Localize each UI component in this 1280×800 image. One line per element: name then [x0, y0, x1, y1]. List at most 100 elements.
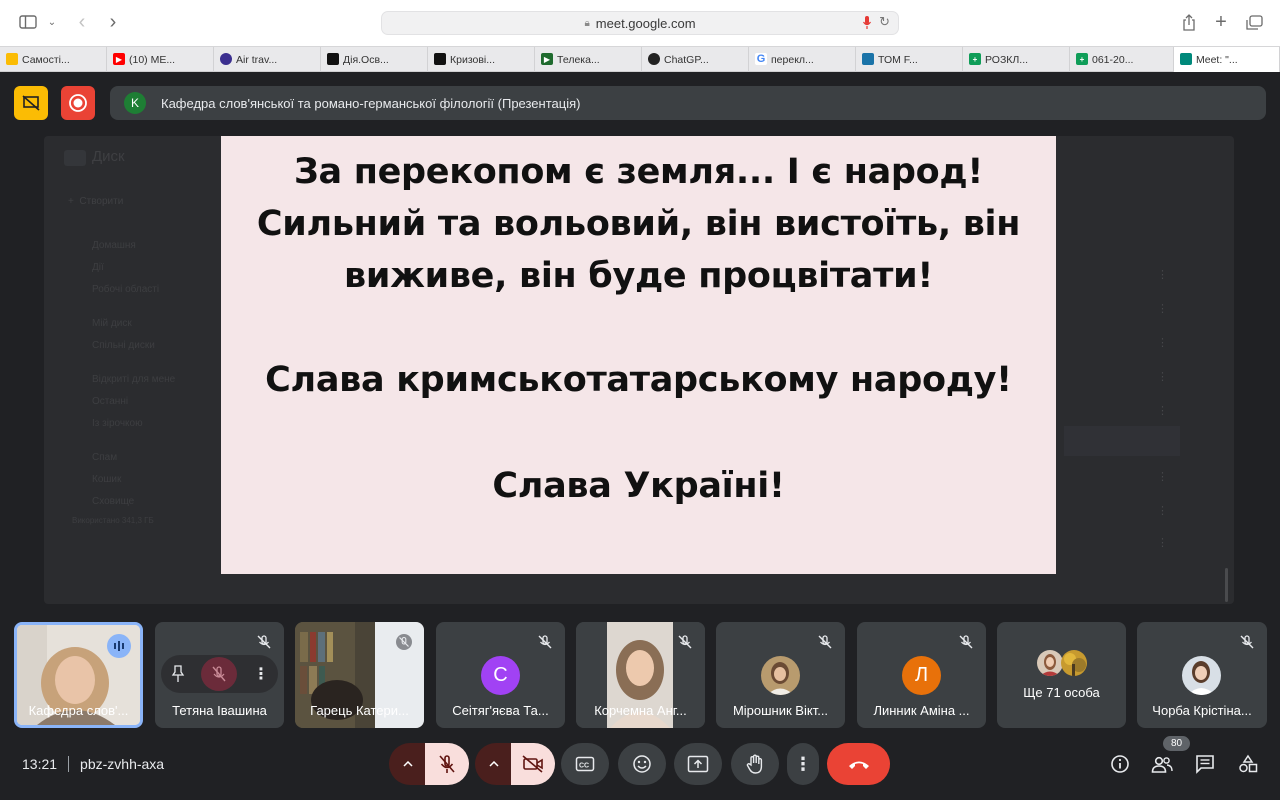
speaking-indicator-icon: [107, 634, 131, 658]
drive-nav-item: Мій диск: [92, 318, 132, 329]
tab-label: РОЗКЛ...: [985, 53, 1029, 66]
browser-tab[interactable]: Дія.Осв...: [321, 47, 428, 72]
reactions-button[interactable]: [618, 743, 666, 785]
info-icon: [1111, 755, 1129, 773]
drive-create-label: Створити: [79, 196, 124, 207]
tab-overview-icon[interactable]: [1242, 11, 1266, 33]
address-text: meet.google.com: [595, 15, 696, 31]
drive-logo-text: Диск: [92, 148, 125, 165]
camera-toggle-button[interactable]: [511, 743, 555, 785]
browser-toolbar: ⌄ ‹ › 🔒︎ meet.google.com ↻ +: [0, 0, 1280, 46]
divider: [68, 756, 70, 772]
presentation-slide: За перекопом є земля... І є народ! Сильн…: [221, 136, 1056, 574]
google-icon: G: [755, 53, 767, 65]
drive-create-button: + Створити: [68, 196, 124, 207]
camera-off-icon: [522, 755, 543, 773]
mic-off-icon: [439, 755, 455, 773]
mic-off-icon: [396, 634, 412, 650]
mute-participant-button[interactable]: [201, 657, 237, 691]
chat-button[interactable]: [1193, 752, 1217, 776]
more-vert-icon: ⋮: [1157, 371, 1168, 383]
forward-icon[interactable]: ›: [101, 11, 125, 33]
browser-tab[interactable]: ▶ (10) ME...: [107, 47, 214, 72]
video-options-button[interactable]: [475, 743, 513, 785]
participant-tile[interactable]: ⋮ Тетяна Івашина: [155, 622, 284, 728]
emoji-icon: [633, 755, 651, 773]
drive-nav-item: Кошик: [92, 474, 122, 485]
back-icon[interactable]: ‹: [70, 11, 94, 33]
mic-off-icon: [1240, 635, 1254, 649]
tab-favicon: [434, 53, 446, 65]
browser-tab[interactable]: + РОЗКЛ...: [963, 47, 1070, 72]
participant-tile[interactable]: Чорба Крістіна...: [1137, 622, 1267, 728]
tab-label: ТОМ F...: [878, 53, 918, 66]
more-vert-icon: ⋮: [1157, 505, 1168, 517]
hand-icon: [746, 754, 763, 774]
more-vert-icon: ⋮: [1157, 537, 1168, 549]
scrollbar: [1225, 568, 1228, 602]
browser-tab[interactable]: Gперекл...: [749, 47, 856, 72]
participant-tile[interactable]: Мірошник Вікт...: [716, 622, 845, 728]
tab-favicon: [327, 53, 339, 65]
recording-button[interactable]: [61, 86, 95, 120]
tab-favicon: [862, 53, 874, 65]
presentation-stop-button[interactable]: [14, 86, 48, 120]
browser-tab[interactable]: ▶ Телека...: [535, 47, 642, 72]
slide-line: Слава кримськотатарському народу!: [265, 360, 1012, 400]
activities-button[interactable]: [1236, 752, 1260, 776]
chevron-up-icon: [489, 761, 499, 767]
sidebar-toggle-icon[interactable]: [16, 11, 40, 33]
captions-icon: CC: [575, 756, 595, 772]
participant-name: Гарець Катери...: [310, 703, 409, 718]
chevron-down-icon[interactable]: ⌄: [40, 11, 64, 33]
mic-off-icon: [212, 666, 226, 682]
participant-tile[interactable]: C Сеітяг'яєва Та...: [436, 622, 565, 728]
activities-icon: [1239, 754, 1258, 773]
address-bar[interactable]: 🔒︎ meet.google.com ↻: [381, 11, 899, 35]
more-participants-tile[interactable]: Ще 71 особа: [997, 622, 1126, 728]
new-tab-icon[interactable]: +: [1209, 11, 1233, 33]
audio-options-button[interactable]: [389, 743, 427, 785]
share-icon[interactable]: [1177, 11, 1201, 33]
captions-button[interactable]: CC: [561, 743, 609, 785]
browser-tab[interactable]: ChatGP...: [642, 47, 749, 72]
leave-call-button[interactable]: [827, 743, 890, 785]
more-vert-icon: ⋮: [1157, 269, 1168, 281]
browser-tab[interactable]: Кризові...: [428, 47, 535, 72]
meeting-details-button[interactable]: [1108, 752, 1132, 776]
present-icon: [687, 755, 709, 773]
present-screen-button[interactable]: [674, 743, 722, 785]
tab-label: Телека...: [557, 53, 600, 66]
tab-label: Дія.Осв...: [343, 53, 389, 66]
more-options-button[interactable]: ⋮: [787, 743, 819, 785]
people-button[interactable]: [1150, 752, 1174, 776]
microphone-toggle-button[interactable]: [425, 743, 469, 785]
drive-nav-item: Останні: [92, 396, 129, 407]
chatgpt-icon: [648, 53, 660, 65]
participant-tile[interactable]: Корчемна Анг...: [576, 622, 705, 728]
tab-label: ChatGP...: [664, 53, 709, 66]
more-options-icon[interactable]: ⋮: [253, 664, 269, 684]
browser-tab[interactable]: Air trav...: [214, 47, 321, 72]
reload-icon[interactable]: ↻: [879, 14, 890, 30]
raise-hand-button[interactable]: [731, 743, 779, 785]
pin-icon[interactable]: [171, 665, 185, 687]
tab-label: перекл...: [771, 53, 814, 66]
participant-name: Мірошник Вікт...: [732, 703, 829, 718]
presentation-title: Кафедра слов'янської та романо-германськ…: [161, 95, 581, 111]
browser-tab-active[interactable]: Meet: "...: [1174, 47, 1280, 72]
participant-tile[interactable]: Л Линник Аміна ...: [857, 622, 986, 728]
drive-nav-item: Відкриті для мене: [92, 374, 176, 385]
participant-name: Чорба Крістіна...: [1152, 703, 1252, 718]
more-participants-label: Ще 71 особа: [1023, 685, 1100, 700]
participant-tile[interactable]: Гарець Катери...: [295, 622, 424, 728]
browser-tab[interactable]: Самості...: [0, 47, 107, 72]
drive-nav-item: Дії: [92, 262, 104, 273]
meeting-info: 13:21 pbz-zvhh-axa: [22, 756, 164, 772]
participant-tile-self[interactable]: Кафедра слов'...: [14, 622, 143, 728]
tab-favicon: [6, 53, 18, 65]
browser-tab[interactable]: +061-20...: [1070, 47, 1174, 72]
drive-row-highlight: [1064, 426, 1180, 456]
browser-tab[interactable]: ТОМ F...: [856, 47, 963, 72]
microphone-icon[interactable]: [862, 15, 872, 30]
